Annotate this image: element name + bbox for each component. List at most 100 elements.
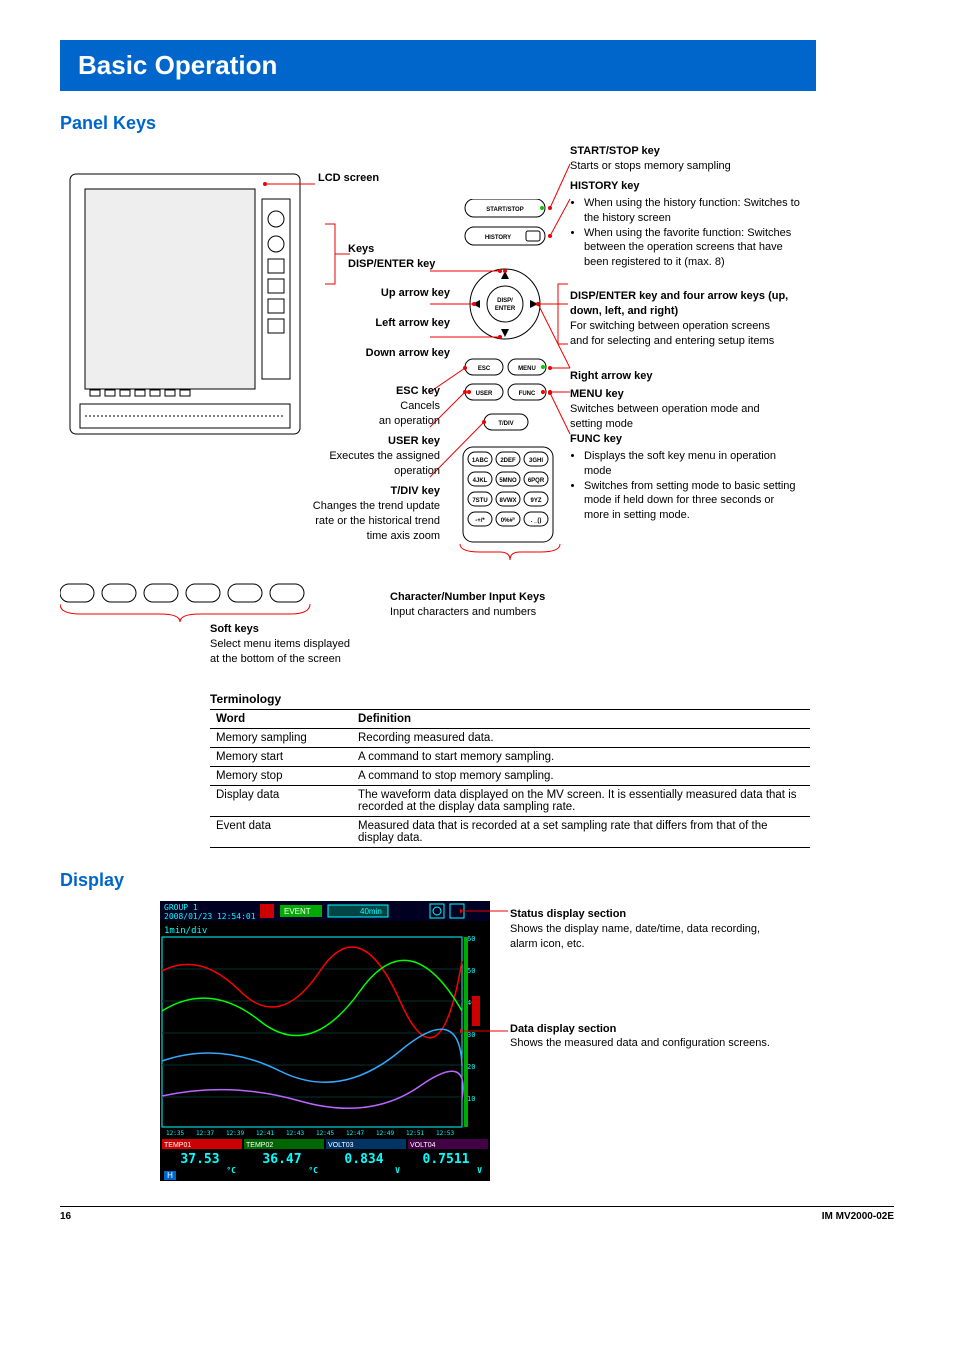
- svg-text:6PQR: 6PQR: [528, 478, 545, 484]
- table-cell: Memory start: [210, 748, 352, 767]
- svg-text:USER: USER: [476, 391, 493, 397]
- event-tag: EVENT: [284, 907, 311, 916]
- svg-text:4JKL: 4JKL: [473, 478, 488, 484]
- lcd-screen-label: LCD screen: [318, 172, 379, 184]
- page-title: Basic Operation: [60, 40, 816, 91]
- svg-text:9YZ: 9YZ: [530, 498, 541, 504]
- svg-text:12:43: 12:43: [286, 1130, 304, 1137]
- svg-text:HISTORY: HISTORY: [485, 235, 511, 241]
- table-cell: A command to start memory sampling.: [352, 748, 810, 767]
- svg-text:V: V: [395, 1166, 400, 1175]
- svg-text:12:41: 12:41: [256, 1130, 274, 1137]
- svg-text:12:39: 12:39: [226, 1130, 244, 1137]
- svg-text:0%#°: 0%#°: [501, 518, 516, 524]
- table-cell: Measured data that is recorded at a set …: [352, 817, 810, 848]
- user-sub1: Executes the assigned: [329, 450, 440, 462]
- svg-text:0.834: 0.834: [344, 1152, 383, 1167]
- h-indicator: H: [167, 1171, 173, 1180]
- page-footer: 16 IM MV2000-02E: [60, 1206, 894, 1222]
- keys-label: Keys: [348, 243, 374, 255]
- user-key-label: USER key: [388, 435, 440, 447]
- status-section-title: Status display section: [510, 908, 626, 920]
- table-cell: Memory sampling: [210, 729, 352, 748]
- func-d2: Switches from setting mode to basic sett…: [584, 479, 800, 524]
- esc-sub2: an operation: [379, 415, 440, 427]
- term-header-word: Word: [210, 710, 352, 729]
- tdiv-label: T/DIV key: [390, 485, 440, 497]
- func-d1: Displays the soft key menu in operation …: [584, 449, 800, 479]
- section-display: Display: [60, 870, 894, 891]
- display-leads: [460, 901, 510, 1181]
- terminology-title: Terminology: [210, 692, 894, 706]
- svg-text:ESC: ESC: [478, 366, 491, 372]
- esc-sub1: Cancels: [400, 400, 440, 412]
- menu-title: MENU key: [570, 388, 624, 400]
- tdiv-sub2: rate or the historical trend: [315, 515, 440, 527]
- doc-code: IM MV2000-02E: [822, 1211, 894, 1222]
- table-cell: A command to stop memory sampling.: [352, 767, 810, 786]
- data-section-desc: Shows the measured data and configuratio…: [510, 1037, 770, 1049]
- dispenter-right-desc: For switching between operation screens …: [570, 320, 774, 347]
- charnum-sub: Input characters and numbers: [390, 606, 536, 618]
- svg-text:VOLT04: VOLT04: [410, 1142, 436, 1149]
- svg-text:FUNC: FUNC: [519, 391, 536, 397]
- menu-desc: Switches between operation mode and sett…: [570, 403, 760, 430]
- func-title: FUNC key: [570, 433, 622, 445]
- down-arrow-label: Down arrow key: [366, 347, 450, 359]
- duration-tag: 40min: [360, 907, 382, 916]
- status-section-desc: Shows the display name, date/time, data …: [510, 923, 760, 950]
- tdiv-sub1: Changes the trend update: [313, 500, 440, 512]
- softkeys-label: Soft keys: [210, 623, 259, 635]
- svg-text:T/DIV: T/DIV: [498, 421, 513, 427]
- svg-text:1ABC: 1ABC: [472, 458, 489, 464]
- svg-text:MENU: MENU: [518, 366, 536, 372]
- svg-text:START/STOP: START/STOP: [486, 207, 523, 213]
- history-title: HISTORY key: [570, 180, 640, 192]
- svg-text:-+/*: -+/*: [475, 518, 485, 524]
- softkeys-sub1: Select menu items displayed: [210, 638, 350, 650]
- svg-text:2DEF: 2DEF: [500, 458, 516, 464]
- timebase-label: 1min/div: [164, 926, 207, 936]
- svg-text:12:45: 12:45: [316, 1130, 334, 1137]
- svg-text:ENTER: ENTER: [495, 306, 516, 312]
- svg-text:7STU: 7STU: [472, 498, 487, 504]
- table-cell: The waveform data displayed on the MV sc…: [352, 786, 810, 817]
- table-cell: Memory stop: [210, 767, 352, 786]
- datetime-label: 2008/01/23 12:54:01: [164, 912, 256, 921]
- dispenter-right-title: DISP/ENTER key and four arrow keys (up, …: [570, 290, 788, 317]
- svg-text:°C: °C: [308, 1166, 318, 1175]
- section-panel-keys: Panel Keys: [60, 113, 894, 134]
- startstop-desc: Starts or stops memory sampling: [570, 160, 731, 172]
- history-d2: When using the favorite function: Switch…: [584, 226, 800, 271]
- svg-text:12:37: 12:37: [196, 1130, 214, 1137]
- svg-text:TEMP02: TEMP02: [246, 1142, 273, 1149]
- svg-text:TEMP01: TEMP01: [164, 1142, 191, 1149]
- svg-text:12:49: 12:49: [376, 1130, 394, 1137]
- tdiv-sub3: time axis zoom: [367, 530, 440, 542]
- data-section-title: Data display section: [510, 1023, 616, 1035]
- table-cell: Event data: [210, 817, 352, 848]
- panel-keys-figure: START/STOP HISTORY DISP/ ENTER ESC MENU …: [60, 144, 894, 684]
- terminology-table: Word Definition Memory samplingRecording…: [210, 709, 810, 848]
- device-illustration: [60, 164, 320, 614]
- svg-text:12:47: 12:47: [346, 1130, 364, 1137]
- svg-text:5MNO: 5MNO: [499, 478, 517, 484]
- table-cell: Display data: [210, 786, 352, 817]
- history-d1: When using the history function: Switche…: [584, 196, 800, 226]
- svg-text:3GHI: 3GHI: [529, 458, 543, 464]
- svg-text:VOLT03: VOLT03: [328, 1142, 354, 1149]
- esc-key-label: ESC key: [396, 385, 440, 397]
- svg-text:37.53: 37.53: [180, 1152, 219, 1167]
- up-arrow-label: Up arrow key: [381, 287, 450, 299]
- charnum-label: Character/Number Input Keys: [390, 591, 545, 603]
- svg-text:36.47: 36.47: [262, 1152, 301, 1167]
- table-cell: Recording measured data.: [352, 729, 810, 748]
- keypad-illustration: START/STOP HISTORY DISP/ ENTER ESC MENU …: [460, 199, 560, 609]
- svg-text:DISP/: DISP/: [497, 298, 513, 304]
- startstop-title: START/STOP key: [570, 145, 660, 157]
- svg-text:°C: °C: [226, 1166, 236, 1175]
- svg-text:12:51: 12:51: [406, 1130, 424, 1137]
- svg-text:12:53: 12:53: [436, 1130, 454, 1137]
- softkeys-sub2: at the bottom of the screen: [210, 653, 341, 665]
- term-header-def: Definition: [352, 710, 810, 729]
